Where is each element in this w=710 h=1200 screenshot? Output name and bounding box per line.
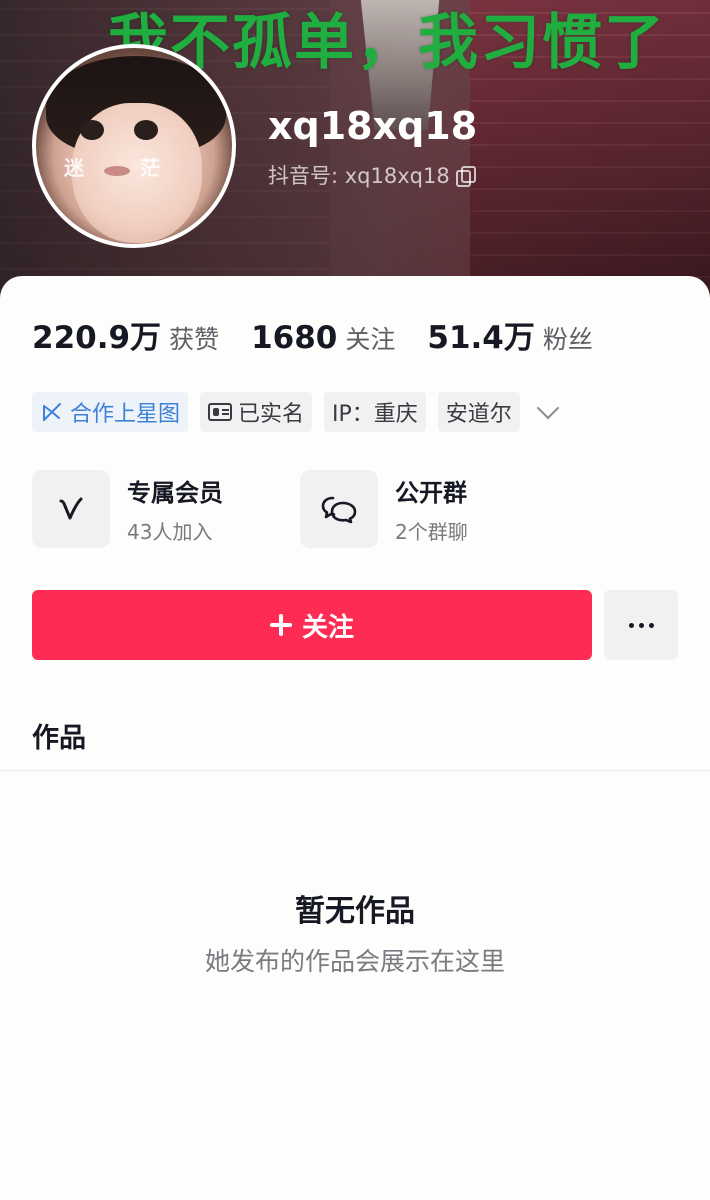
stat-value: 220.9万 <box>32 320 162 356</box>
stats-row: 220.9万 获赞 1680 关注 51.4万 粉丝 <box>32 312 625 357</box>
tag-ip: IP：重庆 <box>324 392 426 432</box>
empty-state-subtitle: 她发布的作品会展示在这里 <box>204 947 505 976</box>
feature-public-group[interactable]: 公开群 2个群聊 <box>300 470 568 548</box>
follow-button[interactable]: 关注 <box>32 590 592 660</box>
follow-button-label: 关注 <box>301 612 354 643</box>
stat-label: 粉丝 <box>542 325 593 354</box>
douyin-id-text: 抖音号: xq18xq18 <box>268 164 450 188</box>
avatar[interactable]: 迷 茫 <box>32 44 236 248</box>
stat-label: 关注 <box>345 325 396 354</box>
v-icon <box>32 470 110 548</box>
tab-works[interactable]: 作品 <box>32 716 86 755</box>
tag-region: 安道尔 <box>437 392 520 432</box>
feature-title: 专属会员 <box>127 479 223 507</box>
more-dots-icon <box>628 622 654 628</box>
avatar-watermark-left: 迷 <box>64 156 84 180</box>
avatar-eye-right <box>134 120 158 140</box>
tag-verified-label: 已实名 <box>238 402 305 427</box>
stat-label: 获赞 <box>169 325 220 354</box>
stat-following[interactable]: 1680 关注 <box>251 320 395 356</box>
feature-text: 公开群 2个群聊 <box>395 473 468 545</box>
tag-star-cooperation[interactable]: 合作上星图 <box>32 392 189 432</box>
profile-card: 220.9万 获赞 1680 关注 51.4万 粉丝 合作上星图 已实名 IP：… <box>0 276 710 1200</box>
avatar-eye-left <box>80 120 104 140</box>
stat-likes[interactable]: 220.9万 获赞 <box>32 312 219 357</box>
stat-value: 1680 <box>251 320 338 356</box>
stat-value: 51.4万 <box>427 320 535 356</box>
chat-bubbles-icon <box>300 470 378 548</box>
avatar-mouth <box>104 166 130 176</box>
tag-region-label: 安道尔 <box>445 402 512 427</box>
more-button[interactable] <box>604 590 678 660</box>
feature-title: 公开群 <box>395 479 467 507</box>
chevron-down-icon[interactable] <box>536 396 560 420</box>
id-card-icon <box>208 403 233 421</box>
profile-tags: 合作上星图 已实名 IP：重庆 安道尔 <box>32 392 560 432</box>
tag-star-label: 合作上星图 <box>70 402 181 427</box>
empty-state-title: 暂无作品 <box>295 894 415 929</box>
feature-row: 专属会员 43人加入 公开群 2个群聊 <box>32 470 568 548</box>
feature-text: 专属会员 43人加入 <box>127 473 223 545</box>
username: xq18xq18 <box>268 104 478 148</box>
douyin-id[interactable]: 抖音号: xq18xq18 <box>268 160 476 190</box>
star-map-icon <box>40 400 64 424</box>
stat-followers[interactable]: 51.4万 粉丝 <box>427 312 593 357</box>
avatar-watermark-right: 茫 <box>140 156 160 180</box>
copy-icon[interactable] <box>455 166 476 187</box>
tag-verified[interactable]: 已实名 <box>200 392 313 432</box>
plus-icon <box>269 614 292 636</box>
feature-subtitle: 2个群聊 <box>395 520 468 544</box>
feature-exclusive-membership[interactable]: 专属会员 43人加入 <box>32 470 300 548</box>
tag-ip-label: IP：重庆 <box>332 402 418 427</box>
feature-subtitle: 43人加入 <box>127 520 213 544</box>
tab-divider <box>0 770 710 771</box>
